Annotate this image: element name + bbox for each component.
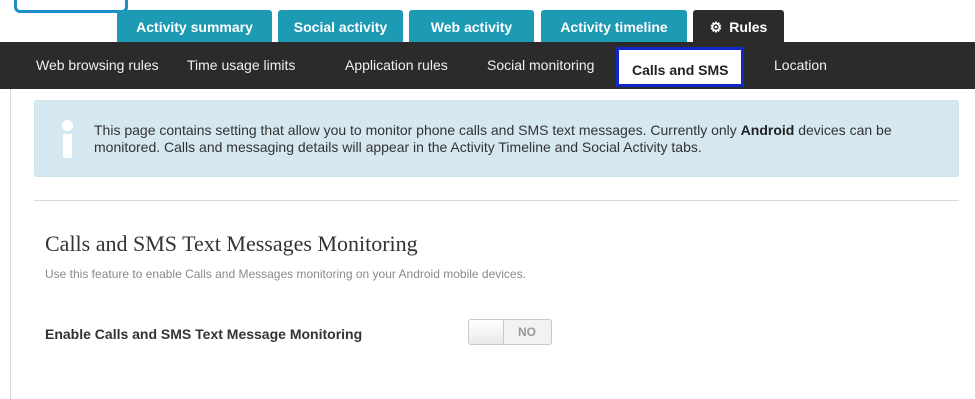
subnav-web-browsing-rules[interactable]: Web browsing rules — [36, 42, 159, 89]
subnav-application-rules[interactable]: Application rules — [345, 42, 448, 89]
section-description: Use this feature to enable Calls and Mes… — [45, 267, 526, 281]
subnav-location[interactable]: Location — [774, 42, 827, 89]
tab-activity-summary[interactable]: Activity summary — [117, 10, 272, 42]
subnav-calls-and-sms[interactable]: Calls and SMS — [616, 47, 745, 87]
tab-web-activity[interactable]: Web activity — [409, 10, 534, 42]
sub-navigation: Web browsing rules Time usage limits App… — [0, 42, 975, 89]
section-divider — [34, 200, 959, 201]
toggle-state-label: NO — [518, 325, 536, 339]
tab-social-activity[interactable]: Social activity — [278, 10, 403, 42]
top-header: Activity summary Social activity Web act… — [0, 0, 975, 42]
subnav-time-usage-limits[interactable]: Time usage limits — [187, 42, 295, 89]
toggle-knob[interactable] — [469, 320, 504, 344]
monitoring-toggle[interactable]: NO — [468, 319, 552, 345]
tab-rules[interactable]: ⚙ Rules — [693, 10, 784, 42]
content-left-border — [10, 89, 11, 399]
logo[interactable] — [14, 0, 128, 13]
tab-rules-label: Rules — [729, 19, 768, 35]
monitoring-setting-label: Enable Calls and SMS Text Message Monito… — [45, 326, 363, 342]
info-banner: This page contains setting that allow yo… — [34, 100, 959, 177]
info-icon — [58, 120, 78, 158]
main-content: This page contains setting that allow yo… — [0, 89, 975, 399]
info-text: This page contains setting that allow yo… — [94, 122, 956, 156]
subnav-social-monitoring[interactable]: Social monitoring — [487, 42, 594, 89]
info-text-part1: This page contains setting that allow yo… — [94, 122, 741, 138]
gear-icon: ⚙ — [709, 19, 723, 35]
tab-activity-timeline[interactable]: Activity timeline — [541, 10, 687, 42]
section-title: Calls and SMS Text Messages Monitoring — [45, 231, 418, 256]
info-text-bold: Android — [740, 122, 795, 138]
